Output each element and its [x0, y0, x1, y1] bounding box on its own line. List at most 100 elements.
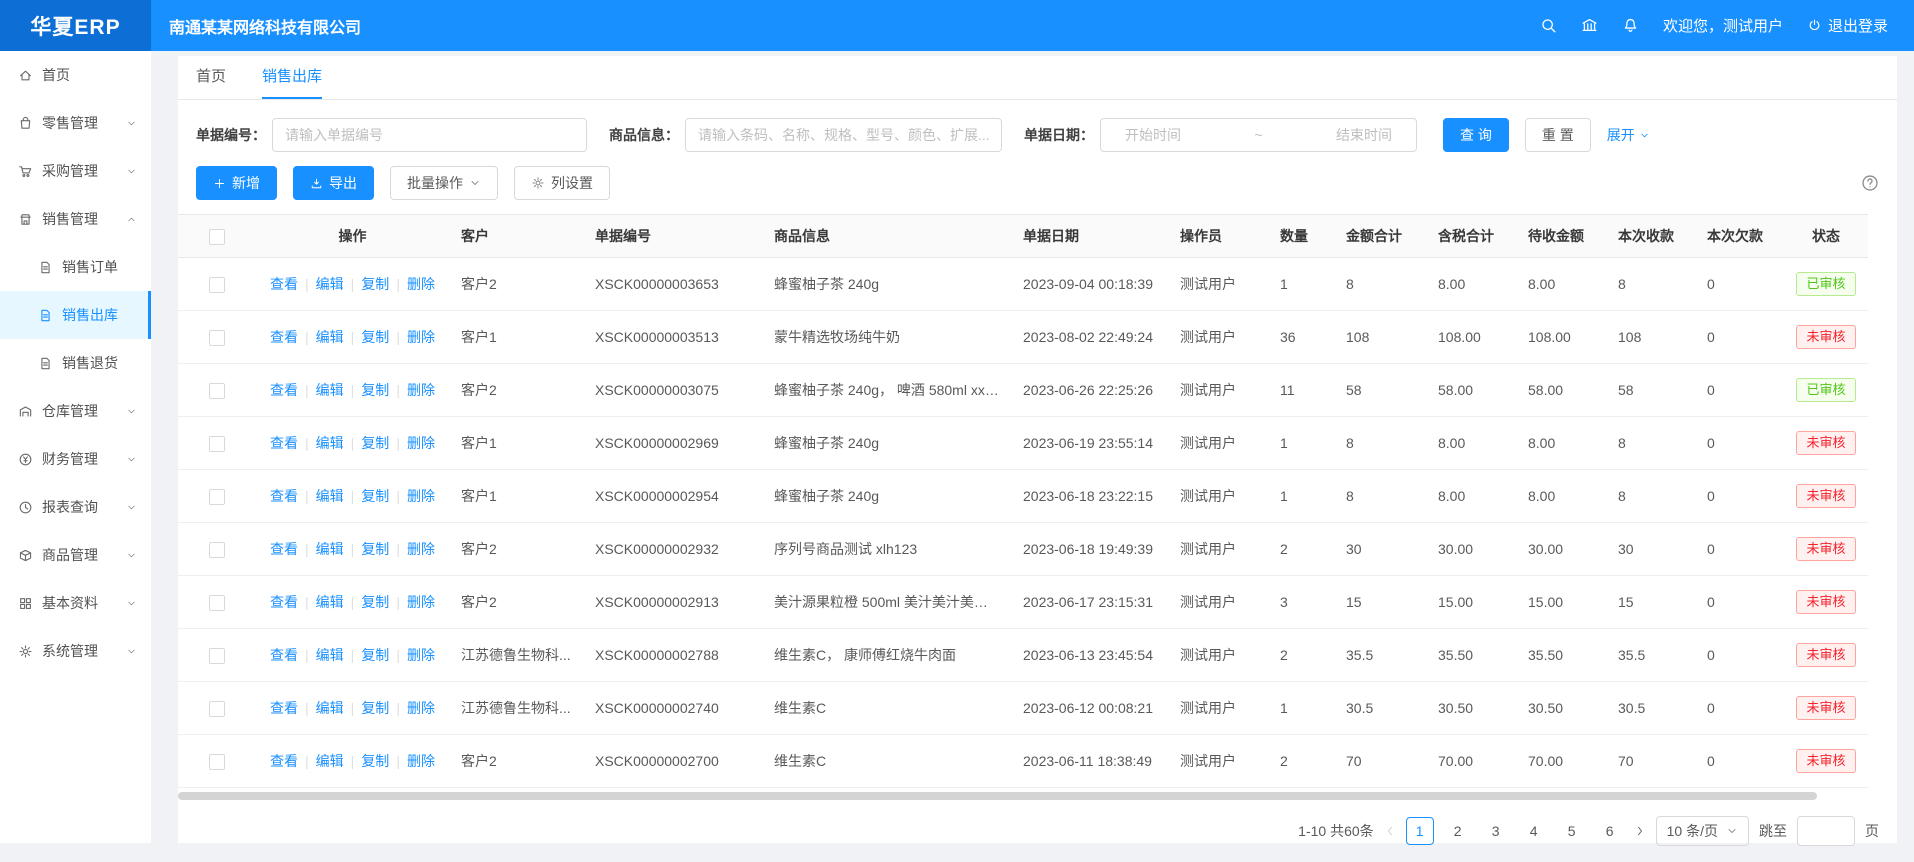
select-all-checkbox[interactable]: [209, 229, 225, 245]
row-checkbox[interactable]: [209, 595, 225, 611]
row-checkbox[interactable]: [209, 383, 225, 399]
row-action-view[interactable]: 查看: [270, 276, 298, 292]
row-action-edit[interactable]: 编辑: [316, 276, 344, 292]
prev-page-button[interactable]: [1384, 825, 1396, 837]
row-checkbox[interactable]: [209, 436, 225, 452]
row-checkbox[interactable]: [209, 754, 225, 770]
row-action-view[interactable]: 查看: [270, 435, 298, 451]
row-checkbox[interactable]: [209, 277, 225, 293]
tab-home[interactable]: 首页: [196, 56, 226, 99]
batch-actions-button[interactable]: 批量操作: [390, 166, 498, 200]
row-checkbox[interactable]: [209, 648, 225, 664]
basic-icon: [18, 596, 33, 611]
help-icon[interactable]: [1861, 174, 1879, 192]
sidebar-subitem-label: 销售退货: [62, 353, 118, 373]
date-range-picker[interactable]: 开始时间 ~ 结束时间: [1100, 118, 1417, 152]
page-button-6[interactable]: 6: [1596, 817, 1624, 845]
scrollbar-thumb[interactable]: [178, 792, 1817, 800]
jump-input[interactable]: [1797, 816, 1855, 846]
row-action-view[interactable]: 查看: [270, 753, 298, 769]
date-start-placeholder[interactable]: 开始时间: [1125, 125, 1181, 145]
row-action-view[interactable]: 查看: [270, 700, 298, 716]
cell-date: 2023-06-12 00:08:21: [1011, 682, 1168, 735]
row-action-view[interactable]: 查看: [270, 488, 298, 504]
row-action-view[interactable]: 查看: [270, 382, 298, 398]
sidebar-item-warehouse[interactable]: 仓库管理: [0, 387, 151, 435]
row-action-delete[interactable]: 删除: [407, 753, 435, 769]
page-button-5[interactable]: 5: [1558, 817, 1586, 845]
horizontal-scrollbar[interactable]: [178, 792, 1868, 800]
row-action-edit[interactable]: 编辑: [316, 753, 344, 769]
row-action-edit[interactable]: 编辑: [316, 594, 344, 610]
row-action-delete[interactable]: 删除: [407, 329, 435, 345]
sidebar-item-finance[interactable]: 财务管理: [0, 435, 151, 483]
bill-no-input[interactable]: [272, 118, 587, 152]
bell-icon[interactable]: [1622, 17, 1639, 34]
row-action-delete[interactable]: 删除: [407, 647, 435, 663]
row-action-view[interactable]: 查看: [270, 541, 298, 557]
row-action-delete[interactable]: 删除: [407, 382, 435, 398]
search-icon[interactable]: [1540, 17, 1557, 34]
sidebar-item-basic[interactable]: 基本资料: [0, 579, 151, 627]
row-action-copy[interactable]: 复制: [361, 700, 389, 716]
row-checkbox[interactable]: [209, 489, 225, 505]
row-action-delete[interactable]: 删除: [407, 541, 435, 557]
sidebar-item-retail[interactable]: 零售管理: [0, 99, 151, 147]
row-action-delete[interactable]: 删除: [407, 594, 435, 610]
row-action-edit[interactable]: 编辑: [316, 435, 344, 451]
sidebar-subitem-sales-out[interactable]: 销售出库: [0, 291, 151, 339]
row-action-copy[interactable]: 复制: [361, 647, 389, 663]
row-action-view[interactable]: 查看: [270, 647, 298, 663]
sidebar-item-sales[interactable]: 销售管理: [0, 195, 151, 243]
row-checkbox[interactable]: [209, 330, 225, 346]
row-action-edit[interactable]: 编辑: [316, 329, 344, 345]
next-page-button[interactable]: [1634, 825, 1646, 837]
sidebar-item-report[interactable]: 报表查询: [0, 483, 151, 531]
row-action-copy[interactable]: 复制: [361, 541, 389, 557]
page-size-value: 10 条/页: [1667, 821, 1718, 841]
row-action-copy[interactable]: 复制: [361, 276, 389, 292]
row-action-edit[interactable]: 编辑: [316, 382, 344, 398]
product-input[interactable]: [685, 118, 1002, 152]
reset-button[interactable]: 重 置: [1525, 118, 1591, 152]
row-action-copy[interactable]: 复制: [361, 329, 389, 345]
search-button[interactable]: 查 询: [1443, 118, 1509, 152]
row-action-view[interactable]: 查看: [270, 594, 298, 610]
row-action-view[interactable]: 查看: [270, 329, 298, 345]
page-button-4[interactable]: 4: [1520, 817, 1548, 845]
row-action-copy[interactable]: 复制: [361, 382, 389, 398]
sidebar-item-home[interactable]: 首页: [0, 51, 151, 99]
row-action-edit[interactable]: 编辑: [316, 488, 344, 504]
row-action-copy[interactable]: 复制: [361, 753, 389, 769]
row-action-copy[interactable]: 复制: [361, 488, 389, 504]
logout-button[interactable]: 退出登录: [1807, 15, 1888, 36]
sales-icon: [18, 212, 33, 227]
row-action-edit[interactable]: 编辑: [316, 647, 344, 663]
sidebar-item-purchase[interactable]: 采购管理: [0, 147, 151, 195]
row-action-edit[interactable]: 编辑: [316, 700, 344, 716]
sidebar-item-system[interactable]: 系统管理: [0, 627, 151, 675]
page-button-1[interactable]: 1: [1406, 817, 1434, 845]
sidebar-subitem-sales-return[interactable]: 销售退货: [0, 339, 151, 387]
row-checkbox[interactable]: [209, 542, 225, 558]
sidebar-subitem-sales-order[interactable]: 销售订单: [0, 243, 151, 291]
expand-link[interactable]: 展开: [1607, 125, 1650, 145]
page-size-select[interactable]: 10 条/页: [1656, 816, 1749, 846]
bank-icon[interactable]: [1581, 17, 1598, 34]
export-button[interactable]: 导出: [293, 166, 374, 200]
row-checkbox[interactable]: [209, 701, 225, 717]
page-button-2[interactable]: 2: [1444, 817, 1472, 845]
add-button[interactable]: 新增: [196, 166, 277, 200]
column-settings-button[interactable]: 列设置: [514, 166, 610, 200]
row-action-delete[interactable]: 删除: [407, 488, 435, 504]
row-action-copy[interactable]: 复制: [361, 594, 389, 610]
sidebar-item-goods[interactable]: 商品管理: [0, 531, 151, 579]
row-action-copy[interactable]: 复制: [361, 435, 389, 451]
row-action-edit[interactable]: 编辑: [316, 541, 344, 557]
tab-sales-out[interactable]: 销售出库: [262, 56, 322, 99]
date-end-placeholder[interactable]: 结束时间: [1336, 125, 1392, 145]
row-action-delete[interactable]: 删除: [407, 276, 435, 292]
page-button-3[interactable]: 3: [1482, 817, 1510, 845]
row-action-delete[interactable]: 删除: [407, 700, 435, 716]
row-action-delete[interactable]: 删除: [407, 435, 435, 451]
